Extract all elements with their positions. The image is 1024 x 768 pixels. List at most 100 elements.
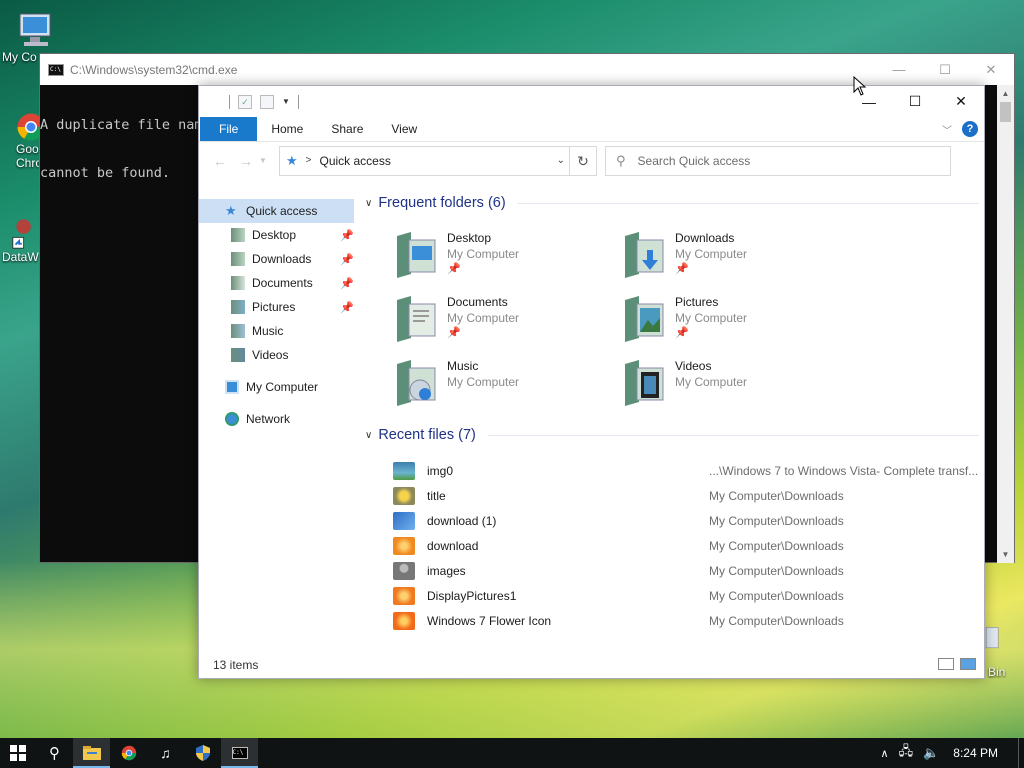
tab-home[interactable]: Home <box>257 117 317 141</box>
forward-arrow-icon[interactable]: → <box>233 153 259 169</box>
show-desktop-button[interactable] <box>1018 738 1024 768</box>
folder-tile-music[interactable]: Music My Computer <box>395 358 623 408</box>
nav-item-desktop[interactable]: Desktop 📌 <box>199 223 356 247</box>
new-folder-icon[interactable] <box>260 94 274 109</box>
file-name: download (1) <box>427 513 497 528</box>
taskbar-file-explorer[interactable] <box>73 738 110 768</box>
folder-icon <box>231 300 245 314</box>
collapse-chevron-icon[interactable]: ∨ <box>365 198 372 209</box>
folder-tile-pictures[interactable]: Pictures My Computer 📌 <box>623 294 851 344</box>
music-app-icon: ♫ <box>160 745 171 761</box>
list-item[interactable]: Windows 7 Flower Icon My Computer\Downlo… <box>393 608 979 633</box>
taskbar-chrome[interactable] <box>110 738 147 768</box>
show-hidden-icons-icon[interactable]: ∧ <box>881 747 889 760</box>
folder-tile-downloads[interactable]: Downloads My Computer 📌 <box>623 230 851 280</box>
pin-icon[interactable]: 📌 <box>340 253 354 266</box>
taskbar-search-button[interactable]: ⚲ <box>36 738 73 768</box>
file-explorer-window[interactable]: ✓ ▼ — ☐ ✕ File Home Share View ﹀ ? ← → ▼… <box>198 85 985 679</box>
desktop-icon-recycle-bin[interactable]: Bin <box>985 612 1009 679</box>
file-path: My Computer\Downloads <box>709 513 844 528</box>
search-icon: ⚲ <box>616 152 626 168</box>
breadcrumb-quick-access[interactable]: Quick access <box>320 154 391 168</box>
recent-files-list: img0 ...\Windows 7 to Windows Vista- Com… <box>393 458 979 633</box>
address-bar[interactable]: ★ > Quick access ⌄ ↻ <box>279 145 597 176</box>
search-box[interactable]: ⚲ Search Quick access <box>605 145 951 176</box>
desktop-icon-label: Bin <box>988 665 1006 679</box>
cmd-scrollbar[interactable]: ▲ ▼ <box>997 85 1014 563</box>
list-item[interactable]: download (1) My Computer\Downloads <box>393 508 979 533</box>
desktop-icon-label: DataW <box>2 250 39 264</box>
section-title: Frequent folders (6) <box>378 195 506 211</box>
nav-label: Network <box>246 412 291 426</box>
expand-ribbon-icon[interactable]: ﹀ <box>942 122 952 137</box>
explorer-close-button[interactable]: ✕ <box>938 86 984 117</box>
folder-tile-videos[interactable]: Videos My Computer <box>623 358 851 408</box>
collapse-chevron-icon[interactable]: ∨ <box>365 430 372 441</box>
tab-view[interactable]: View <box>377 117 431 141</box>
refresh-icon[interactable]: ↻ <box>569 146 596 175</box>
start-button[interactable] <box>0 738 36 768</box>
folder-tile-desktop[interactable]: Desktop My Computer 📌 <box>395 230 623 280</box>
nav-item-my-computer[interactable]: My Computer <box>199 375 356 399</box>
recent-files-header[interactable]: ∨ Recent files (7) <box>365 424 979 446</box>
breadcrumb-separator[interactable]: > <box>306 155 312 166</box>
documents-folder-icon <box>397 296 436 342</box>
list-item[interactable]: DisplayPictures1 My Computer\Downloads <box>393 583 979 608</box>
cmd-maximize-button[interactable]: ☐ <box>922 54 968 85</box>
nav-label: Documents <box>252 276 313 290</box>
large-icons-view-icon[interactable] <box>960 658 976 670</box>
nav-item-music[interactable]: Music <box>199 319 356 343</box>
back-arrow-icon[interactable]: ← <box>207 153 233 169</box>
folder-name: Desktop <box>447 231 492 245</box>
explorer-maximize-button[interactable]: ☐ <box>892 86 938 117</box>
nav-item-network[interactable]: Network <box>199 407 356 431</box>
system-tray: ∧ 🖧 🔈 8:24 PM <box>881 738 1024 768</box>
folder-icon <box>231 252 245 266</box>
taskbar-cmd[interactable]: C:\ <box>221 738 258 768</box>
clock[interactable]: 8:24 PM <box>953 746 998 760</box>
list-item[interactable]: title My Computer\Downloads <box>393 483 979 508</box>
pin-icon[interactable]: 📌 <box>340 229 354 242</box>
nav-label: Quick access <box>246 204 318 218</box>
list-item[interactable]: download My Computer\Downloads <box>393 533 979 558</box>
list-item[interactable]: img0 ...\Windows 7 to Windows Vista- Com… <box>393 458 979 483</box>
volume-icon[interactable]: 🔈 <box>923 745 939 761</box>
recent-locations-icon[interactable]: ▼ <box>259 156 273 165</box>
tab-file[interactable]: File <box>200 116 258 141</box>
nav-item-pictures[interactable]: Pictures 📌 <box>199 295 356 319</box>
file-name: DisplayPictures1 <box>427 588 517 603</box>
details-view-icon[interactable] <box>938 658 954 670</box>
folder-tile-documents[interactable]: Documents My Computer 📌 <box>395 294 623 344</box>
help-icon[interactable]: ? <box>962 121 978 137</box>
scroll-thumb[interactable] <box>1000 102 1011 122</box>
network-status-icon[interactable]: 🖧 <box>899 742 914 764</box>
nav-item-downloads[interactable]: Downloads 📌 <box>199 247 356 271</box>
file-name: title <box>427 488 446 503</box>
properties-icon[interactable]: ✓ <box>238 94 252 109</box>
folder-name: Pictures <box>675 295 719 309</box>
list-item[interactable]: images My Computer\Downloads <box>393 558 979 583</box>
taskbar-music-app[interactable]: ♫ <box>147 738 184 768</box>
folder-location: My Computer <box>675 375 748 389</box>
file-path: My Computer\Downloads <box>709 488 844 503</box>
desktop-icon-datawrapper[interactable]: DataW <box>2 214 39 264</box>
cmd-minimize-button[interactable]: — <box>876 54 922 85</box>
cmd-titlebar[interactable]: C:\Windows\system32\cmd.exe — ☐ ✕ <box>40 54 1014 85</box>
taskbar-security-app[interactable] <box>184 738 221 768</box>
pin-icon[interactable]: 📌 <box>340 277 354 290</box>
nav-item-videos[interactable]: Videos <box>199 343 356 367</box>
content-pane: ∨ Frequent folders (6) Desktop My Comput… <box>359 192 979 633</box>
qat-dropdown-icon[interactable]: ▼ <box>282 97 290 106</box>
datawrapper-icon <box>12 219 31 249</box>
scroll-up-icon[interactable]: ▲ <box>997 85 1014 102</box>
frequent-folders-header[interactable]: ∨ Frequent folders (6) <box>365 192 979 214</box>
scroll-down-icon[interactable]: ▼ <box>997 546 1014 563</box>
pin-icon[interactable]: 📌 <box>340 301 354 314</box>
file-name: images <box>427 563 466 578</box>
tab-share[interactable]: Share <box>317 117 377 141</box>
address-dropdown-icon[interactable]: ⌄ <box>557 155 565 166</box>
nav-quick-access[interactable]: ★ Quick access <box>199 199 354 223</box>
folder-icon <box>231 276 245 290</box>
nav-item-documents[interactable]: Documents 📌 <box>199 271 356 295</box>
cmd-close-button[interactable]: ✕ <box>968 54 1014 85</box>
